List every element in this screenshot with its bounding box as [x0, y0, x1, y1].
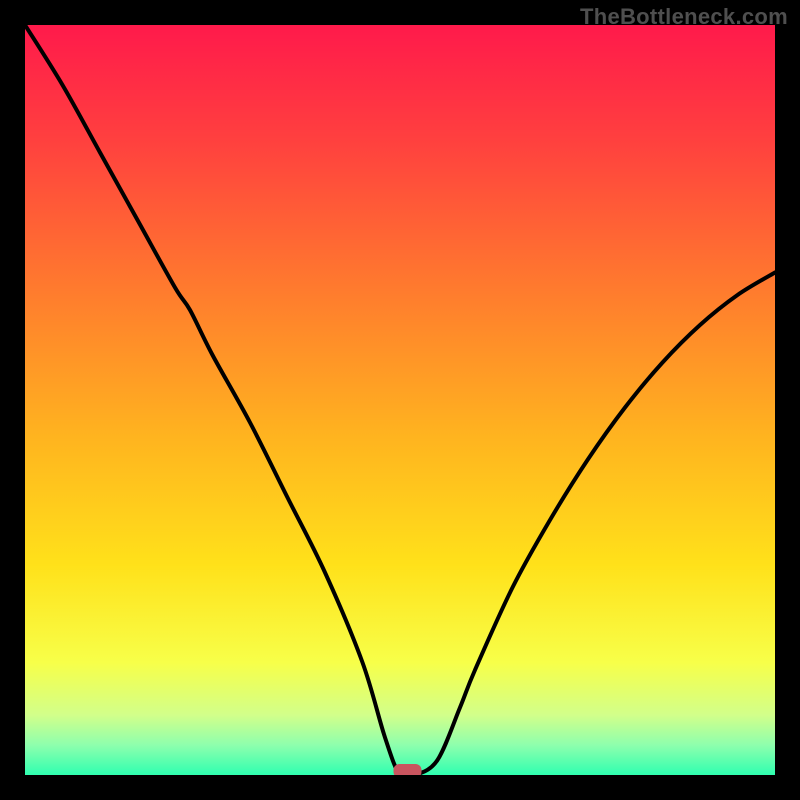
chart-svg [25, 25, 775, 775]
plot-area [25, 25, 775, 775]
watermark-text: TheBottleneck.com [580, 4, 788, 30]
chart-container: TheBottleneck.com [0, 0, 800, 800]
gradient-background [25, 25, 775, 775]
optimal-point-marker [394, 764, 422, 775]
